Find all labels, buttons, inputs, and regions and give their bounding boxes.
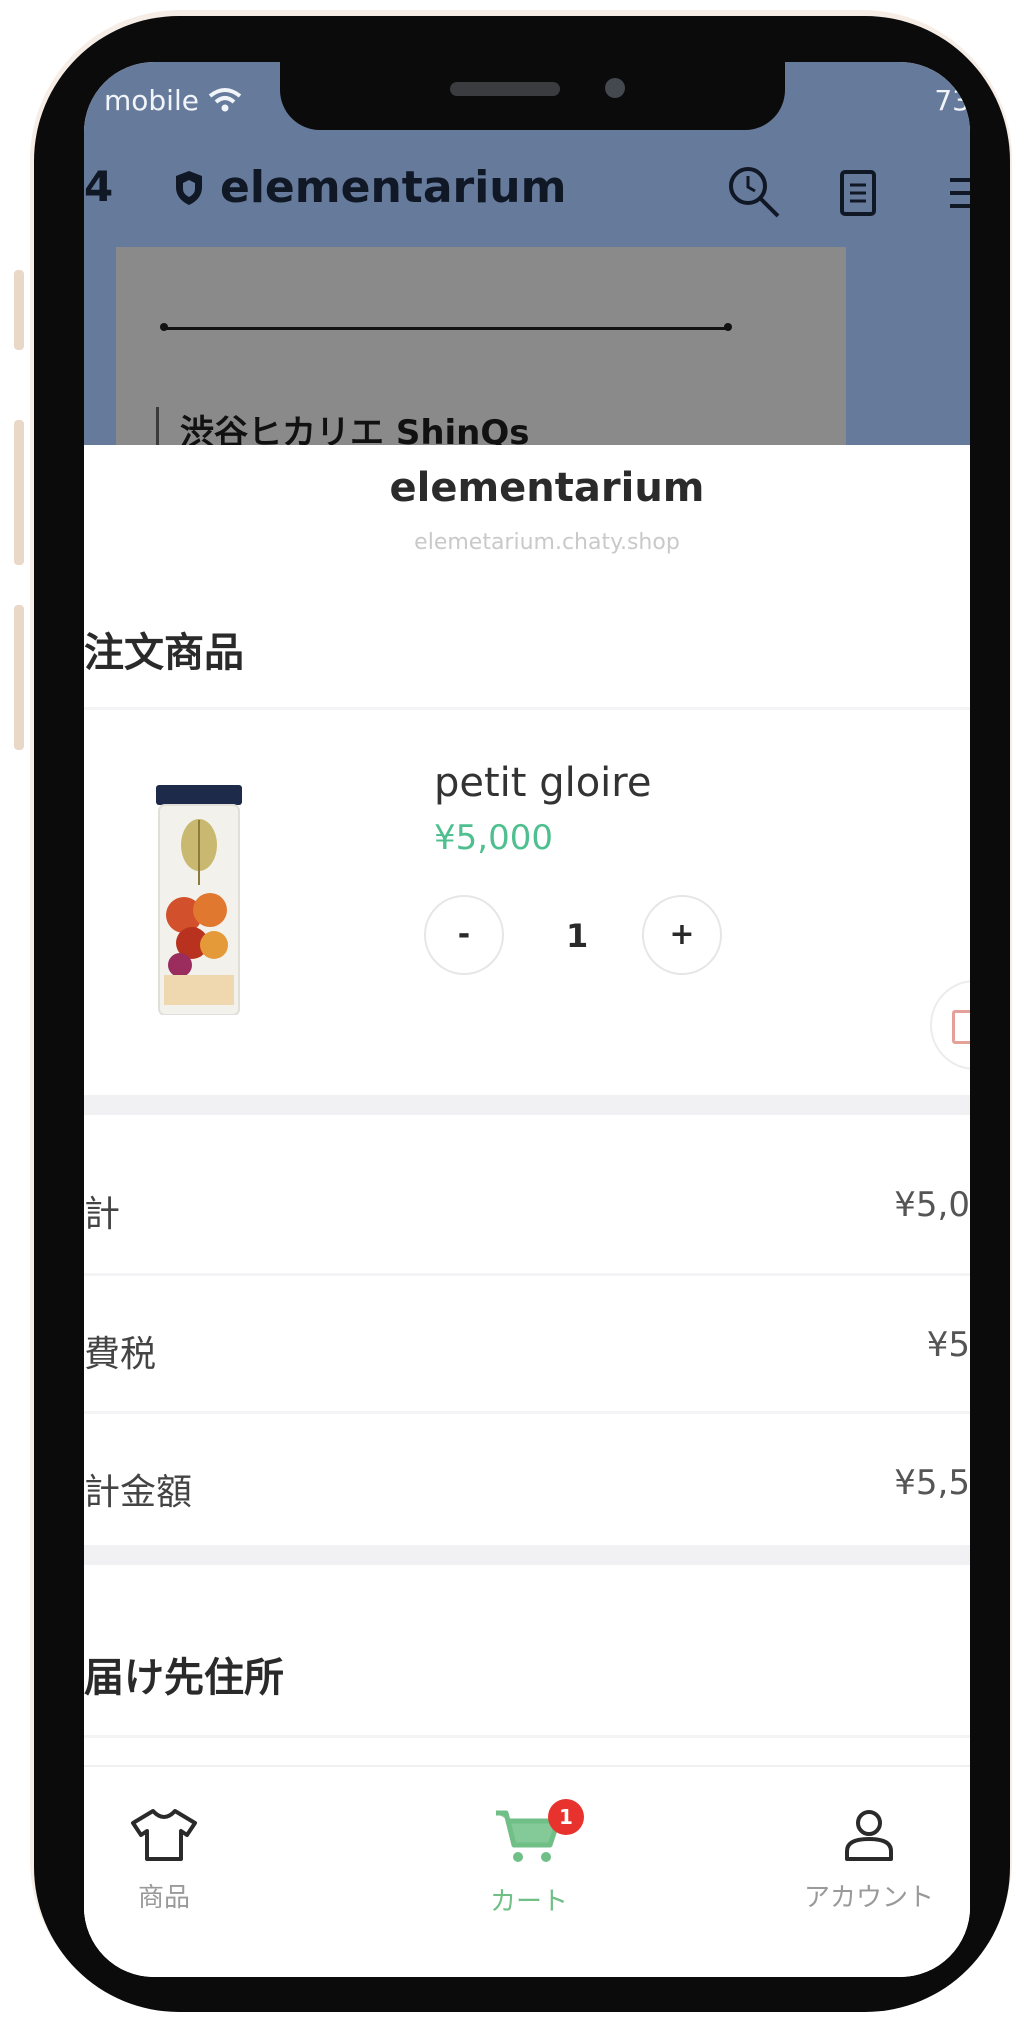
shield-icon bbox=[176, 171, 202, 205]
person-icon bbox=[845, 1810, 893, 1861]
background-header: 4 elementarium bbox=[84, 162, 970, 242]
volume-up-button bbox=[14, 420, 24, 565]
increase-quantity-button[interactable]: + bbox=[642, 895, 722, 975]
total-label: 計金額 bbox=[84, 1472, 193, 1513]
section-divider bbox=[84, 1095, 970, 1115]
divider bbox=[84, 1735, 970, 1738]
subtotal-value: ¥5,0 bbox=[894, 1185, 970, 1225]
tab-cart[interactable]: 1 カート bbox=[454, 1799, 604, 1918]
mute-switch bbox=[14, 270, 24, 350]
phone-screen: mobile 73 4 elementarium 渋谷ヒカリエ ShinQs e… bbox=[84, 62, 970, 1977]
decrease-quantity-button[interactable]: - bbox=[424, 895, 504, 975]
subtotal-label: 計 bbox=[84, 1194, 121, 1235]
decorative-line bbox=[160, 323, 732, 331]
earpiece-speaker bbox=[450, 82, 560, 96]
product-name: petit gloire bbox=[434, 760, 652, 806]
tab-products[interactable]: 商品 bbox=[104, 1807, 224, 1914]
section-divider bbox=[84, 1545, 970, 1565]
tab-label-cart: カート bbox=[489, 1887, 568, 1917]
divider bbox=[84, 707, 970, 710]
divider bbox=[84, 1273, 970, 1276]
back-count[interactable]: 4 bbox=[84, 162, 113, 211]
tab-account[interactable]: アカウント bbox=[784, 1807, 954, 1914]
product-price: ¥5,000 bbox=[434, 818, 553, 858]
tab-label-account: アカウント bbox=[803, 1883, 934, 1913]
address-section-title: 届け先住所 bbox=[84, 1655, 284, 1701]
product-image bbox=[156, 785, 242, 1015]
tax-value: ¥5 bbox=[926, 1325, 970, 1365]
delete-item-button[interactable] bbox=[930, 980, 970, 1070]
trash-icon bbox=[952, 1010, 970, 1044]
tab-label-products: 商品 bbox=[137, 1883, 190, 1913]
total-value: ¥5,5 bbox=[894, 1463, 970, 1503]
status-time: 73 bbox=[934, 84, 970, 117]
order-section-title: 注文商品 bbox=[84, 630, 244, 676]
background-app: mobile 73 4 elementarium 渋谷ヒカリエ ShinQs bbox=[84, 62, 970, 477]
wifi-icon bbox=[208, 88, 242, 112]
list-icon[interactable] bbox=[840, 170, 876, 216]
background-app-title: elementarium bbox=[220, 162, 567, 213]
shop-domain: elemetarium.chaty.shop bbox=[414, 530, 680, 555]
volume-down-button bbox=[14, 605, 24, 750]
cart-sheet: elementarium elemetarium.chaty.shop 注文商品… bbox=[84, 445, 970, 1977]
shirt-icon bbox=[131, 1809, 197, 1861]
menu-icon[interactable] bbox=[946, 170, 970, 216]
bottom-tab-bar: 商品 1 カート アカウント bbox=[84, 1765, 970, 1977]
search-icon[interactable] bbox=[724, 162, 784, 222]
front-camera bbox=[605, 78, 625, 98]
divider bbox=[84, 1411, 970, 1414]
cart-badge: 1 bbox=[548, 1799, 584, 1835]
quantity-value: 1 bbox=[566, 917, 589, 955]
camera-notch bbox=[280, 62, 785, 130]
tax-label: 費税 bbox=[84, 1334, 157, 1375]
shop-name: elementarium bbox=[389, 465, 705, 511]
status-carrier: mobile bbox=[104, 84, 242, 117]
background-store-card: 渋谷ヒカリエ ShinQs bbox=[116, 247, 846, 477]
